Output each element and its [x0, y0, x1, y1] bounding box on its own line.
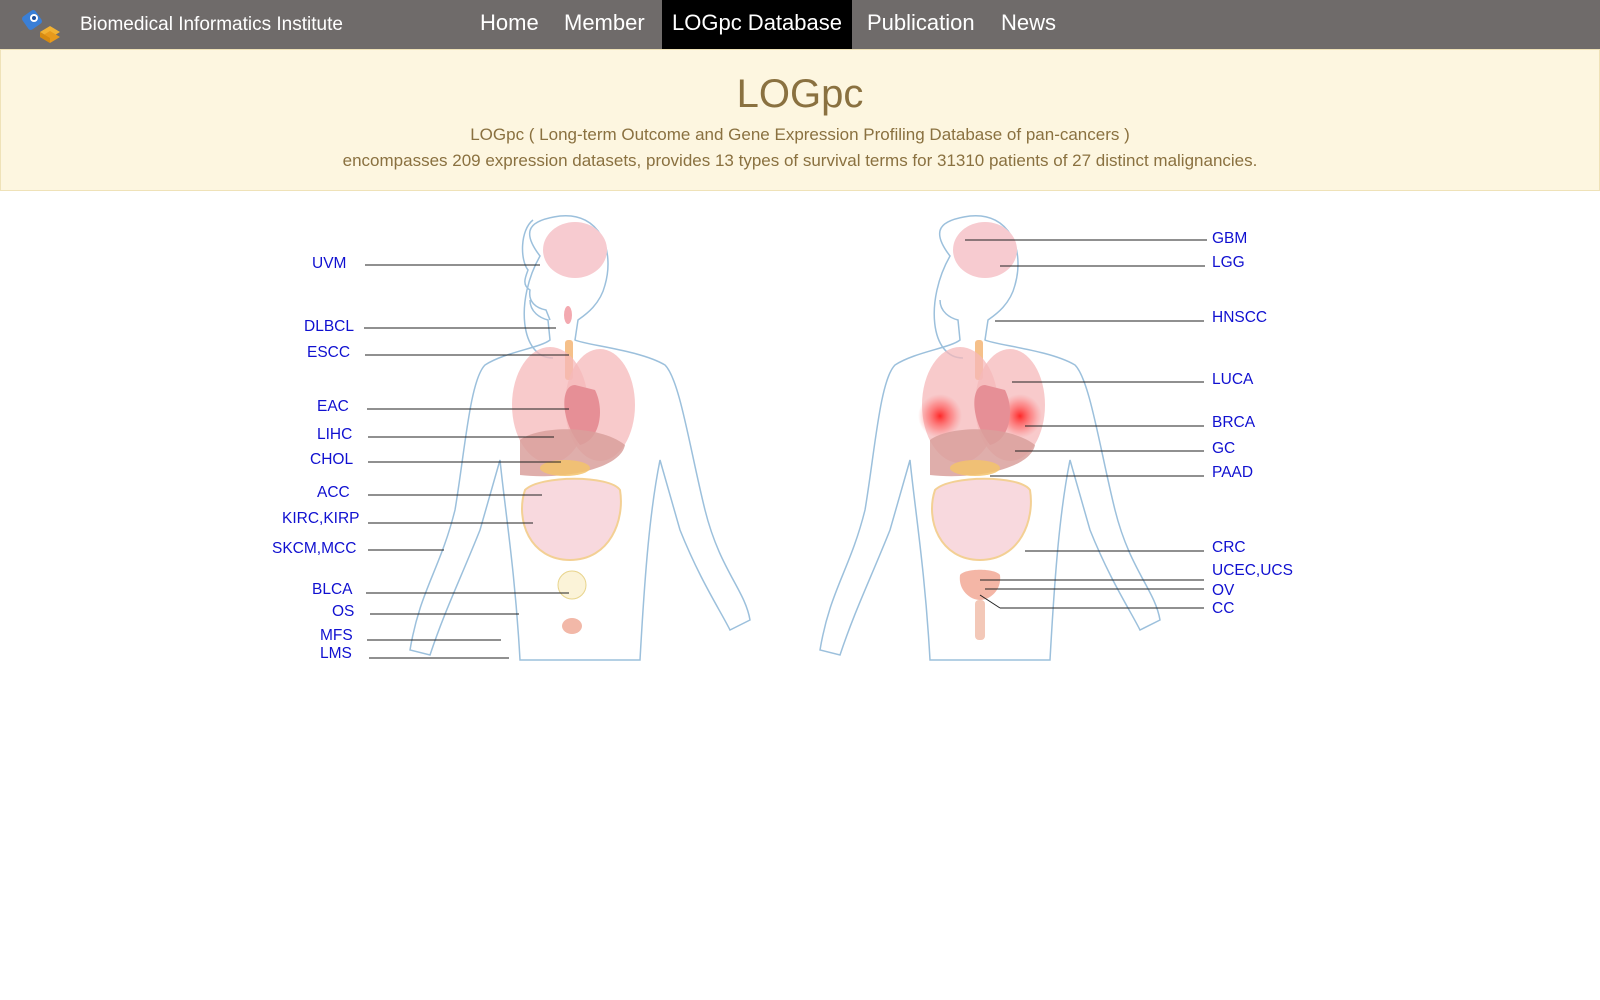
cancer-link-lgg[interactable]: LGG [1212, 254, 1245, 272]
cancer-link-crc[interactable]: CRC [1212, 539, 1246, 557]
nav-news[interactable]: News [991, 0, 1066, 49]
cancer-link-os[interactable]: OS [332, 603, 354, 621]
cancer-link-chol[interactable]: CHOL [310, 451, 353, 469]
cancer-link-dlbcl[interactable]: DLBCL [304, 318, 354, 336]
cancer-link-escc[interactable]: ESCC [307, 344, 350, 362]
cancer-link-ov[interactable]: OV [1212, 582, 1234, 600]
cancer-link-skcm-mcc[interactable]: SKCM,MCC [272, 540, 356, 558]
cancer-link-luca[interactable]: LUCA [1212, 371, 1253, 389]
cancer-link-mfs[interactable]: MFS [320, 627, 353, 645]
institute-logo-icon[interactable] [18, 4, 62, 46]
nav-logpc-database[interactable]: LOGpc Database [662, 0, 852, 49]
cancer-link-ucec-ucs[interactable]: UCEC,UCS [1212, 562, 1293, 580]
cancer-link-uvm[interactable]: UVM [312, 255, 346, 273]
cancer-link-cc[interactable]: CC [1212, 600, 1234, 618]
cancer-link-paad[interactable]: PAAD [1212, 464, 1253, 482]
cancer-link-brca[interactable]: BRCA [1212, 414, 1255, 432]
cancer-link-blca[interactable]: BLCA [312, 581, 353, 599]
body-map: UVM DLBCL ESCC EAC LIHC CHOL ACC KIRC,KI… [0, 190, 1600, 710]
nav-home[interactable]: Home [470, 0, 549, 49]
nav-publication[interactable]: Publication [857, 0, 985, 49]
intro-banner: LOGpc LOGpc ( Long-term Outcome and Gene… [0, 49, 1600, 191]
cancer-link-lms[interactable]: LMS [320, 645, 352, 663]
page-title: LOGpc [736, 72, 864, 116]
female-figure [819, 215, 1161, 661]
cancer-link-gbm[interactable]: GBM [1212, 230, 1247, 248]
cancer-link-eac[interactable]: EAC [317, 398, 349, 416]
cancer-link-gc[interactable]: GC [1212, 440, 1235, 458]
cancer-link-acc[interactable]: ACC [317, 484, 350, 502]
banner-description-1: LOGpc ( Long-term Outcome and Gene Expre… [470, 125, 1130, 144]
banner-description-2: encompasses 209 expression datasets, pro… [342, 151, 1258, 170]
left-leader-lines [364, 264, 569, 659]
cancer-link-lihc[interactable]: LIHC [317, 426, 352, 444]
nav-member[interactable]: Member [554, 0, 655, 49]
cancer-link-kirc-kirp[interactable]: KIRC,KIRP [282, 510, 360, 528]
top-navbar: Biomedical Informatics Institute Home Me… [0, 0, 1600, 49]
body-map-figures [364, 215, 1207, 661]
brand-name[interactable]: Biomedical Informatics Institute [80, 14, 343, 36]
cancer-link-hnscc[interactable]: HNSCC [1212, 309, 1267, 327]
